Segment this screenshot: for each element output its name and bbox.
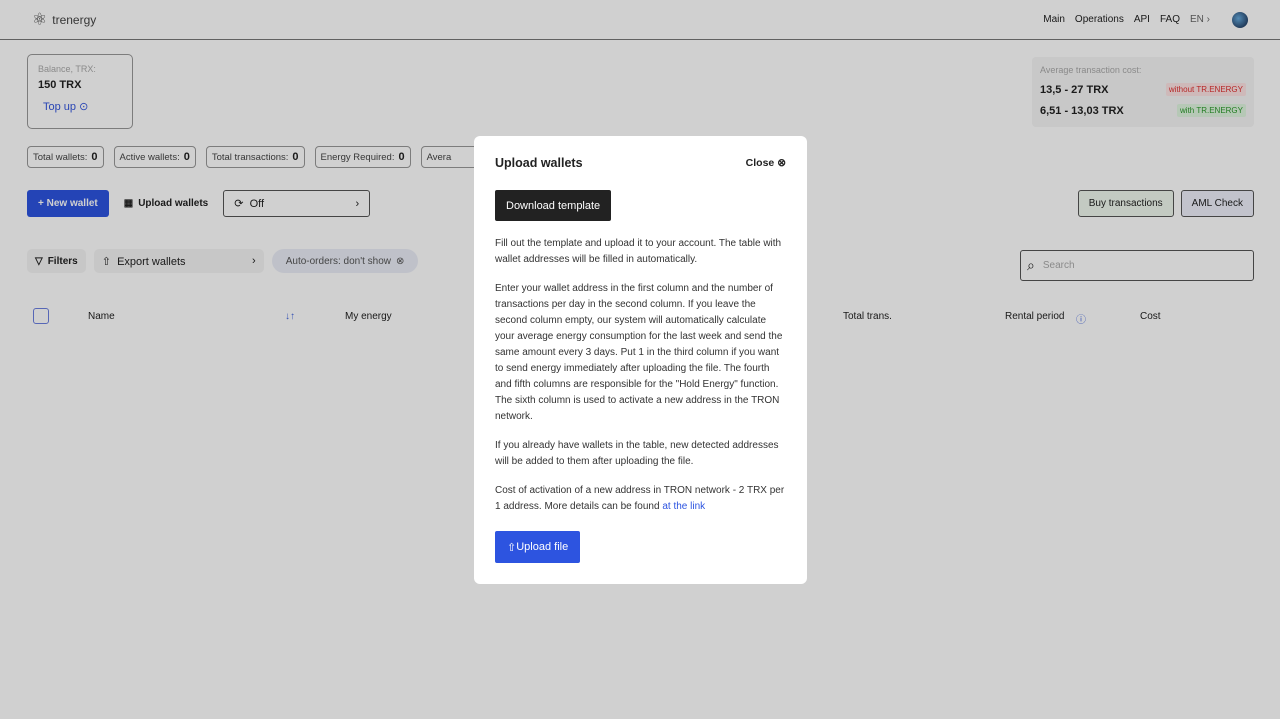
modal-paragraph: Fill out the template and upload it to y… xyxy=(495,238,782,265)
modal-title: Upload wallets xyxy=(495,156,583,170)
close-circle-icon: ⊗ xyxy=(777,157,786,169)
details-link[interactable]: at the link xyxy=(662,501,705,512)
upload-file-button[interactable]: ⇧ Upload file xyxy=(495,531,581,563)
modal-paragraph: If you already have wallets in the table… xyxy=(495,440,779,467)
modal-paragraph: Enter your wallet address in the first c… xyxy=(495,283,783,422)
upload-wallets-modal: Upload wallets Close ⊗ Download template … xyxy=(474,136,807,584)
modal-paragraph: Cost of activation of a new address in T… xyxy=(495,485,785,512)
upload-icon: ⇧ xyxy=(507,541,517,554)
close-button[interactable]: Close ⊗ xyxy=(746,157,786,169)
download-template-button[interactable]: Download template xyxy=(495,190,612,221)
